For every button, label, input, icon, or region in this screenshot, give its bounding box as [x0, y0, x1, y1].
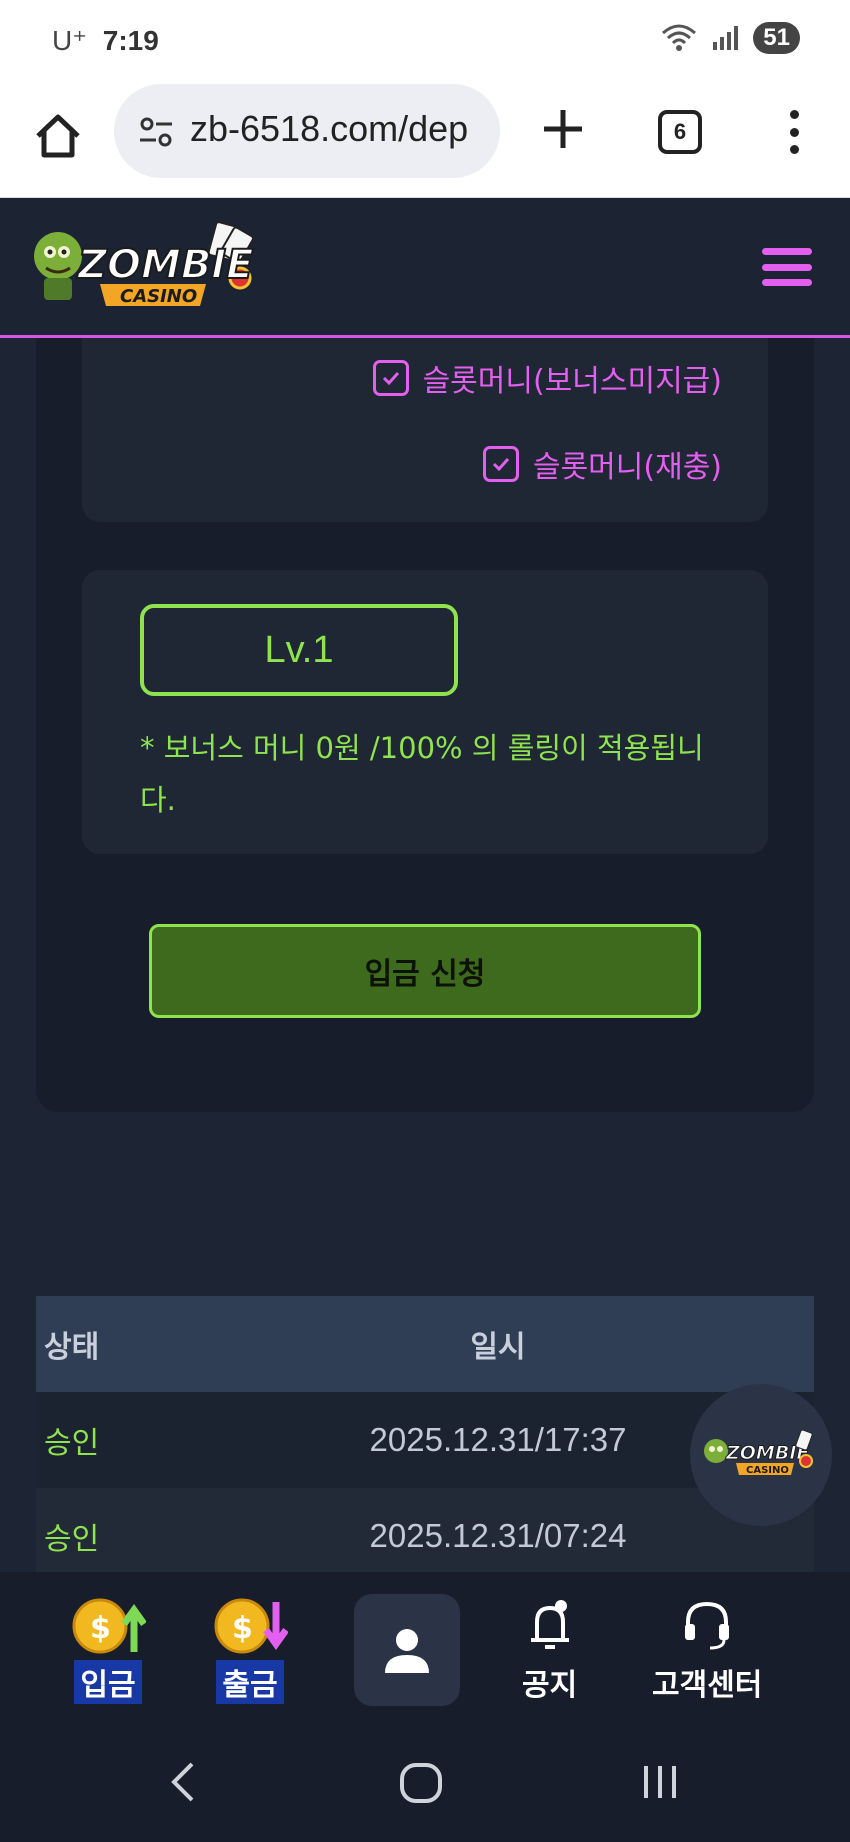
home-circle-icon[interactable]: [398, 1762, 444, 1804]
coin-up-arrow-icon: $: [72, 1598, 146, 1654]
nav-profile-button[interactable]: [354, 1594, 460, 1706]
table-row: 승인 2025.12.31/07:24: [36, 1488, 814, 1584]
nav-notice[interactable]: 공지: [522, 1594, 577, 1704]
nav-support-label: 고객센터: [652, 1668, 763, 1703]
url-text[interactable]: zb-6518.com/dep: [190, 108, 486, 150]
status-cell: 승인: [44, 1426, 100, 1461]
home-icon[interactable]: [30, 108, 86, 164]
recent-apps-icon[interactable]: [640, 1762, 680, 1802]
new-tab-icon[interactable]: [540, 106, 586, 152]
level-card: Lv.1 * 보너스 머니 0원 /100% 의 롤링이 적용됩니다.: [82, 570, 768, 854]
site-header: ZOMBIE CASINO: [0, 198, 850, 338]
clock: 7:19: [102, 25, 159, 56]
address-bar[interactable]: zb-6518.com/dep: [114, 84, 500, 178]
status-cell: 승인: [44, 1522, 100, 1557]
option-label: 슬롯머니(보너스미지급): [422, 364, 722, 399]
user-icon: [385, 1629, 429, 1673]
nav-notice-label: 공지: [522, 1668, 578, 1703]
status-bar: U⁺ 7:19 51: [0, 0, 850, 80]
site-settings-icon[interactable]: [138, 114, 174, 150]
zombie-casino-logo[interactable]: ZOMBIE CASINO: [30, 216, 270, 316]
checkbox-checked-icon[interactable]: [372, 360, 409, 396]
browser-toolbar: zb-6518.com/dep 6: [0, 80, 850, 198]
option-slot-no-bonus[interactable]: 슬롯머니(보너스미지급): [372, 356, 722, 400]
svg-text:$: $: [232, 1611, 253, 1646]
svg-text:$: $: [90, 1611, 111, 1646]
column-header-datetime: 일시: [470, 1330, 526, 1365]
nav-withdraw[interactable]: $ 출금: [212, 1594, 288, 1704]
column-header-status: 상태: [44, 1330, 100, 1365]
nav-support[interactable]: 고객센터: [652, 1594, 762, 1704]
coin-down-arrow-icon: $: [214, 1598, 288, 1654]
status-right: 51: [661, 22, 800, 54]
carrier-label: U⁺: [52, 25, 87, 56]
zombie-casino-logo-small: ZOMBIE CASINO: [704, 1429, 813, 1476]
wifi-icon: [662, 24, 697, 51]
headset-icon: [685, 1601, 730, 1650]
deposit-request-button[interactable]: 입금 신청: [149, 924, 701, 1018]
datetime-cell: 2025.12.31/07:24: [369, 1517, 627, 1554]
nav-withdraw-label: 출금: [216, 1660, 284, 1704]
option-label: 슬롯머니(재충): [532, 450, 722, 485]
svg-text:CASINO: CASINO: [120, 286, 197, 307]
floating-logo-button[interactable]: ZOMBIE CASINO: [690, 1384, 832, 1526]
android-nav-bar: [0, 1720, 850, 1842]
nav-deposit[interactable]: $ 입금: [70, 1594, 146, 1704]
tab-switcher-button[interactable]: 6: [658, 110, 702, 154]
rolling-note: * 보너스 머니 0원 /100% 의 롤링이 적용됩니다.: [140, 731, 704, 817]
more-menu-icon[interactable]: [782, 110, 806, 154]
svg-text:ZOMBIE: ZOMBIE: [76, 242, 254, 288]
option-slot-recharge[interactable]: 슬롯머니(재충): [482, 442, 722, 486]
svg-text:CASINO: CASINO: [746, 1465, 789, 1476]
level-badge: Lv.1: [140, 604, 458, 696]
nav-deposit-label: 입금: [74, 1660, 142, 1704]
bottom-navigation: $ 입금 $ 출금 공지 고객센터: [0, 1572, 850, 1720]
back-icon[interactable]: [168, 1760, 198, 1804]
menu-hamburger-icon[interactable]: [762, 248, 812, 286]
status-left: U⁺ 7:19: [52, 24, 159, 57]
table-header: 상태 일시: [36, 1296, 814, 1392]
bell-icon: [530, 1600, 569, 1649]
signal-icon: [713, 26, 739, 50]
deposit-form-card: 슬롯머니(보너스미지급) 슬롯머니(재충) Lv.1 * 보너스 머니 0원 /…: [36, 338, 814, 1112]
bonus-options-card: 슬롯머니(보너스미지급) 슬롯머니(재충): [82, 338, 768, 522]
checkbox-checked-icon[interactable]: [482, 446, 519, 482]
battery-badge: 51: [753, 22, 800, 54]
